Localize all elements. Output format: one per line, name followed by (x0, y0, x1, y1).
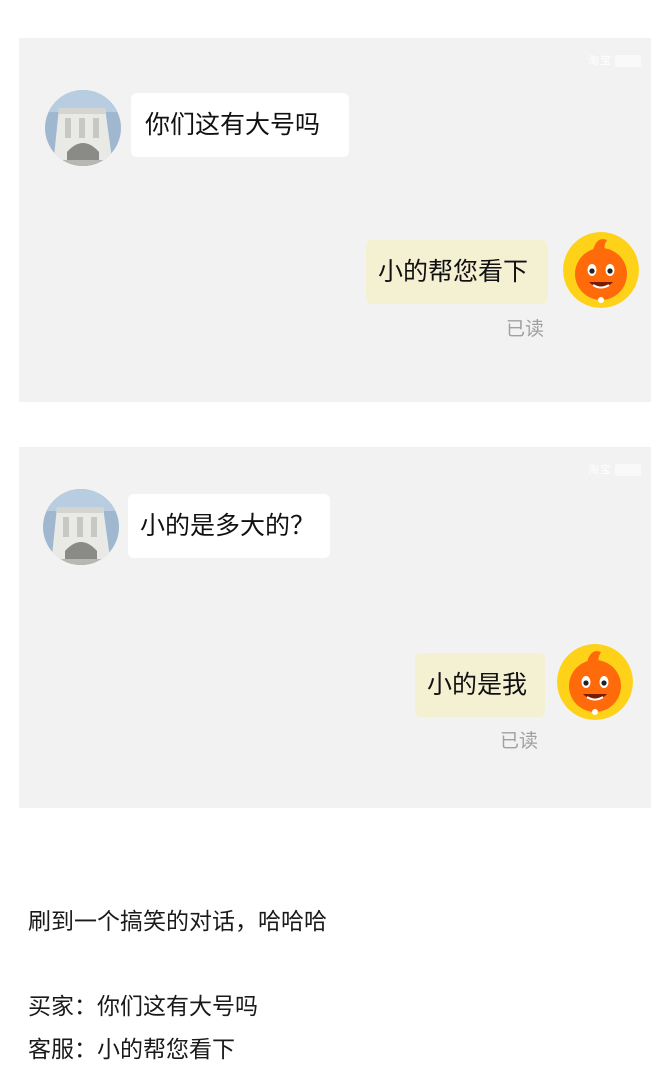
outgoing-message-text: 小的帮您看下 (378, 257, 529, 286)
incoming-message-bubble[interactable]: 小的是多大的？ (128, 494, 330, 558)
incoming-message-bubble[interactable]: 你们这有大号吗 (131, 93, 349, 157)
watermark: 淘宝 (588, 461, 641, 477)
taobao-mascot-icon (563, 232, 639, 308)
outgoing-message-bubble[interactable]: 小的是我 (415, 653, 545, 717)
building-avatar-icon (45, 90, 121, 166)
outgoing-message-text: 小的是我 (427, 670, 528, 699)
service-avatar[interactable] (557, 644, 633, 720)
read-status: 已读 (506, 318, 545, 340)
caption-line-service: 客服：小的帮您看下 (28, 1037, 235, 1063)
buyer-avatar[interactable] (43, 489, 119, 565)
chat-screenshot-1: 淘宝 你们这有大号吗 小的帮您看下 已读 (19, 38, 651, 402)
chat-screenshot-2: 淘宝 小的是多大的？ 小的是我 已读 (19, 447, 651, 808)
outgoing-message-bubble[interactable]: 小的帮您看下 (366, 240, 548, 304)
building-avatar-icon (43, 489, 119, 565)
watermark: 淘宝 (588, 52, 641, 68)
caption-line-buyer: 买家：你们这有大号吗 (28, 994, 258, 1020)
buyer-avatar[interactable] (45, 90, 121, 166)
read-status: 已读 (500, 730, 539, 752)
service-avatar[interactable] (563, 232, 639, 308)
incoming-message-text: 小的是多大的？ (140, 511, 316, 540)
taobao-mascot-icon (557, 644, 633, 720)
caption-intro: 刷到一个搞笑的对话，哈哈哈 (28, 909, 327, 935)
incoming-message-text: 你们这有大号吗 (145, 110, 321, 139)
